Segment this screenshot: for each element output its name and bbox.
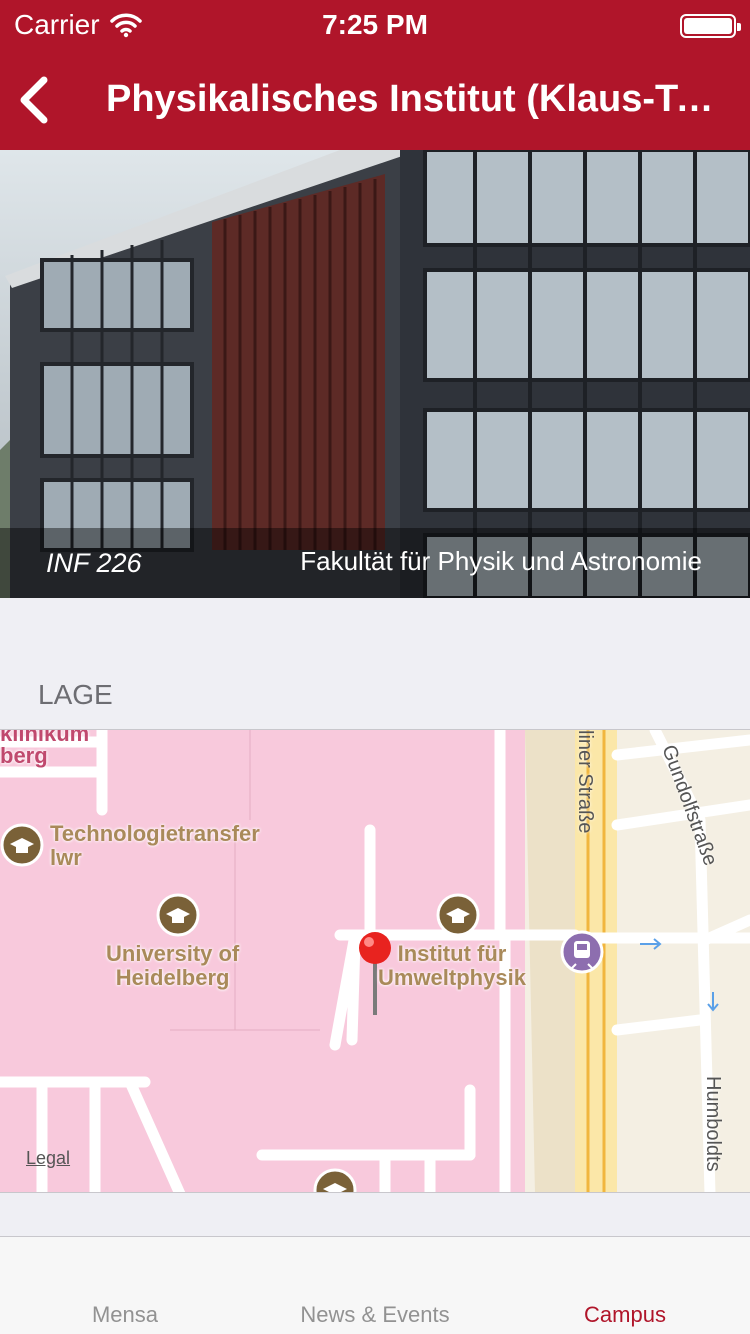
app-root: Carrier 7:25 PM Physikalisches Institut … bbox=[0, 0, 750, 1334]
building-photo: INF 226 Fakultät für Physik und Astronom… bbox=[0, 150, 750, 598]
map-label-berg: berg bbox=[0, 743, 48, 768]
photo-caption: INF 226 Fakultät für Physik und Astronom… bbox=[0, 528, 750, 598]
legal-link[interactable]: Legal bbox=[26, 1148, 70, 1169]
location-map[interactable]: klinikum berg Technologietransfer lwr Uni… bbox=[0, 729, 750, 1193]
university-icon[interactable] bbox=[436, 893, 480, 937]
street-label-humboldt: Humboldts bbox=[702, 1076, 724, 1172]
map-label-umweltphysik: Institut für Umweltphysik bbox=[378, 941, 526, 990]
back-chevron-icon[interactable] bbox=[14, 72, 58, 128]
tram-stop-icon[interactable] bbox=[560, 930, 604, 974]
building-code: INF 226 bbox=[46, 548, 142, 578]
tab-campus[interactable]: Campus bbox=[500, 1302, 750, 1328]
university-icon[interactable] bbox=[156, 893, 200, 937]
university-icon[interactable] bbox=[0, 823, 44, 867]
top-bar: Carrier 7:25 PM Physikalisches Institut … bbox=[0, 0, 750, 150]
navigation-bar: Physikalisches Institut (Klaus-Tschira-G… bbox=[0, 50, 750, 150]
status-bar: Carrier 7:25 PM bbox=[0, 0, 750, 50]
clock: 7:25 PM bbox=[322, 9, 428, 40]
map-label-university: University of Heidelberg bbox=[106, 941, 240, 990]
battery-icon bbox=[680, 14, 741, 38]
section-header-location: LAGE bbox=[38, 679, 113, 710]
faculty-name: Fakultät für Physik und Astronomie bbox=[300, 546, 702, 576]
tab-bar: Mensa News & Events Campus bbox=[0, 1236, 750, 1334]
tab-mensa[interactable]: Mensa bbox=[0, 1302, 250, 1328]
street-label-berliner: liner Straße bbox=[574, 730, 596, 834]
page-title: Physikalisches Institut (Klaus-Tschira-G… bbox=[106, 78, 722, 120]
map-label-technologietransfer: Technologietransfer lwr bbox=[50, 821, 260, 870]
tab-news-events[interactable]: News & Events bbox=[250, 1302, 500, 1328]
